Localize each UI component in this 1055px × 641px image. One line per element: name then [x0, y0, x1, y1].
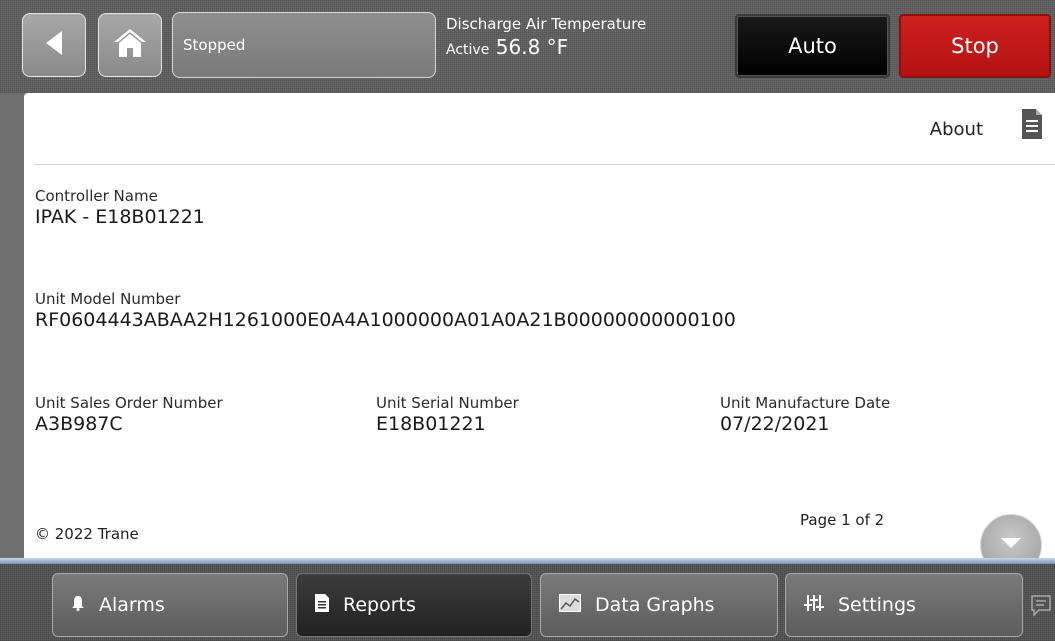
page-header: About [34, 93, 1055, 165]
model-number-label: Unit Model Number [35, 290, 181, 308]
discharge-air-temperature: Discharge Air Temperature Active 56.8 °F [446, 14, 646, 63]
chat-bubble-icon[interactable] [1030, 594, 1052, 622]
serial-number-label: Unit Serial Number [376, 394, 519, 412]
chart-icon [559, 593, 581, 617]
nav-settings-label: Settings [838, 594, 916, 616]
sales-order-value: A3B987C [35, 413, 123, 435]
unit-status[interactable]: Stopped [172, 12, 436, 78]
copyright-text: © 2022 Trane [35, 525, 139, 543]
model-number-value: RF0604443ABAA2H1261000E0A4A1000000A01A0A… [35, 309, 736, 331]
page-indicator: Page 1 of 2 [800, 511, 885, 529]
sales-order-label: Unit Sales Order Number [35, 394, 223, 412]
stop-button[interactable]: Stop [899, 14, 1051, 78]
nav-settings[interactable]: Settings [785, 573, 1023, 637]
controller-name-value: IPAK - E18B01221 [35, 206, 205, 228]
sales-order-field: Unit Sales Order Number A3B987C [35, 394, 223, 436]
nav-alarms-label: Alarms [99, 594, 165, 616]
serial-number-field: Unit Serial Number E18B01221 [376, 394, 519, 436]
nav-reports[interactable]: Reports [296, 573, 532, 637]
serial-number-value: E18B01221 [376, 413, 486, 435]
about-panel: About Controller Name IPAK - E18B01221 U… [24, 93, 1055, 576]
back-button[interactable] [22, 13, 86, 77]
dat-label: Discharge Air Temperature [446, 15, 647, 33]
document-icon [1021, 108, 1043, 144]
manufacture-date-value: 07/22/2021 [720, 413, 830, 435]
page-title: About [929, 119, 983, 140]
bell-icon [71, 594, 85, 616]
manufacture-date-label: Unit Manufacture Date [720, 394, 891, 412]
manufacture-date-field: Unit Manufacture Date 07/22/2021 [720, 394, 890, 436]
sliders-icon [804, 594, 824, 617]
dat-mode: Active [446, 42, 490, 58]
dat-value: 56.8 °F [495, 35, 569, 59]
chevron-down-icon [999, 535, 1023, 555]
auto-button[interactable]: Auto [735, 14, 890, 78]
top-bar: Stopped Discharge Air Temperature Active… [0, 0, 1055, 93]
nav-data-graphs[interactable]: Data Graphs [540, 573, 778, 637]
bottom-nav: Alarms Reports Data Graphs Settings [0, 564, 1055, 641]
model-number-field: Unit Model Number RF0604443ABAA2H1261000… [35, 290, 736, 332]
nav-alarms[interactable]: Alarms [52, 573, 288, 637]
back-arrow-icon [44, 29, 64, 61]
home-icon [113, 28, 147, 62]
status-text: Stopped [183, 36, 246, 54]
nav-reports-label: Reports [343, 594, 416, 616]
controller-name-field: Controller Name IPAK - E18B01221 [35, 187, 205, 229]
controller-name-label: Controller Name [35, 187, 158, 205]
nav-data-graphs-label: Data Graphs [595, 594, 715, 616]
home-button[interactable] [98, 13, 162, 77]
document-icon [315, 593, 329, 617]
